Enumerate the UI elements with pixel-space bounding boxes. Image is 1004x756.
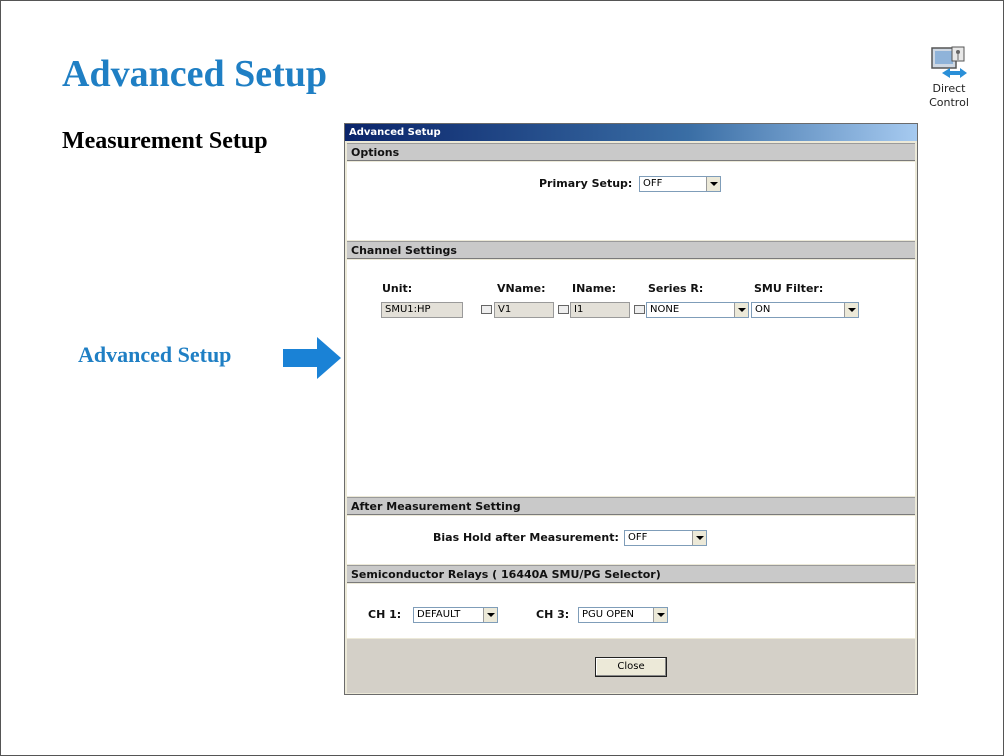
- chevron-down-icon[interactable]: [653, 608, 667, 622]
- vname-field[interactable]: V1: [494, 302, 554, 318]
- options-panel: Primary Setup: OFF: [347, 162, 915, 240]
- iname-field[interactable]: I1: [570, 302, 630, 318]
- dialog-footer: Close: [347, 639, 915, 693]
- column-header-iname: IName:: [572, 282, 617, 295]
- relays-section-header: Semiconductor Relays ( 16440A SMU/PG Sel…: [347, 565, 915, 583]
- ch3-select[interactable]: PGU OPEN: [578, 607, 668, 623]
- advanced-setup-dialog: Advanced Setup Options Primary Setup: OF…: [344, 123, 918, 695]
- chevron-down-icon[interactable]: [706, 177, 720, 191]
- after-measurement-header: After Measurement Setting: [347, 497, 915, 515]
- arrow-right-icon: [283, 337, 341, 379]
- unit-field[interactable]: SMU1:HP: [381, 302, 463, 318]
- after-measurement-panel: Bias Hold after Measurement: OFF: [347, 516, 915, 564]
- relays-panel: CH 1: DEFAULT CH 3: PGU OPEN: [347, 584, 915, 638]
- callout-label: Advanced Setup: [78, 342, 232, 367]
- primary-setup-label: Primary Setup:: [539, 177, 633, 190]
- bias-hold-label: Bias Hold after Measurement:: [433, 531, 619, 544]
- chevron-down-icon[interactable]: [734, 303, 748, 317]
- bias-hold-select[interactable]: OFF: [624, 530, 707, 546]
- direct-control-label: Direct Control: [929, 82, 969, 109]
- close-button[interactable]: Close: [595, 657, 667, 677]
- smu-filter-select[interactable]: ON: [751, 302, 859, 318]
- slide-title: Advanced Setup: [62, 53, 327, 95]
- options-section-header: Options: [347, 143, 915, 161]
- channel-settings-header: Channel Settings: [347, 241, 915, 259]
- ch1-label: CH 1:: [368, 608, 402, 621]
- unit-picker-icon[interactable]: [480, 303, 492, 315]
- chevron-down-icon[interactable]: [692, 531, 706, 545]
- column-header-smu-filter: SMU Filter:: [754, 282, 824, 295]
- series-r-select[interactable]: NONE: [646, 302, 749, 318]
- column-header-series-r: Series R:: [648, 282, 704, 295]
- slide-subtitle: Measurement Setup: [62, 128, 268, 154]
- ch1-select[interactable]: DEFAULT: [413, 607, 498, 623]
- ch3-label: CH 3:: [536, 608, 570, 621]
- keyboard-icon[interactable]: [633, 303, 645, 315]
- chevron-down-icon[interactable]: [483, 608, 497, 622]
- column-header-unit: Unit:: [382, 282, 413, 295]
- direct-control-icon[interactable]: [930, 46, 968, 80]
- keyboard-icon[interactable]: [557, 303, 569, 315]
- column-header-vname: VName:: [497, 282, 546, 295]
- chevron-down-icon[interactable]: [844, 303, 858, 317]
- primary-setup-select[interactable]: OFF: [639, 176, 721, 192]
- dialog-titlebar: Advanced Setup: [345, 124, 917, 141]
- channel-settings-panel: Unit: VName: IName: Series R: SMU Filter…: [347, 260, 915, 496]
